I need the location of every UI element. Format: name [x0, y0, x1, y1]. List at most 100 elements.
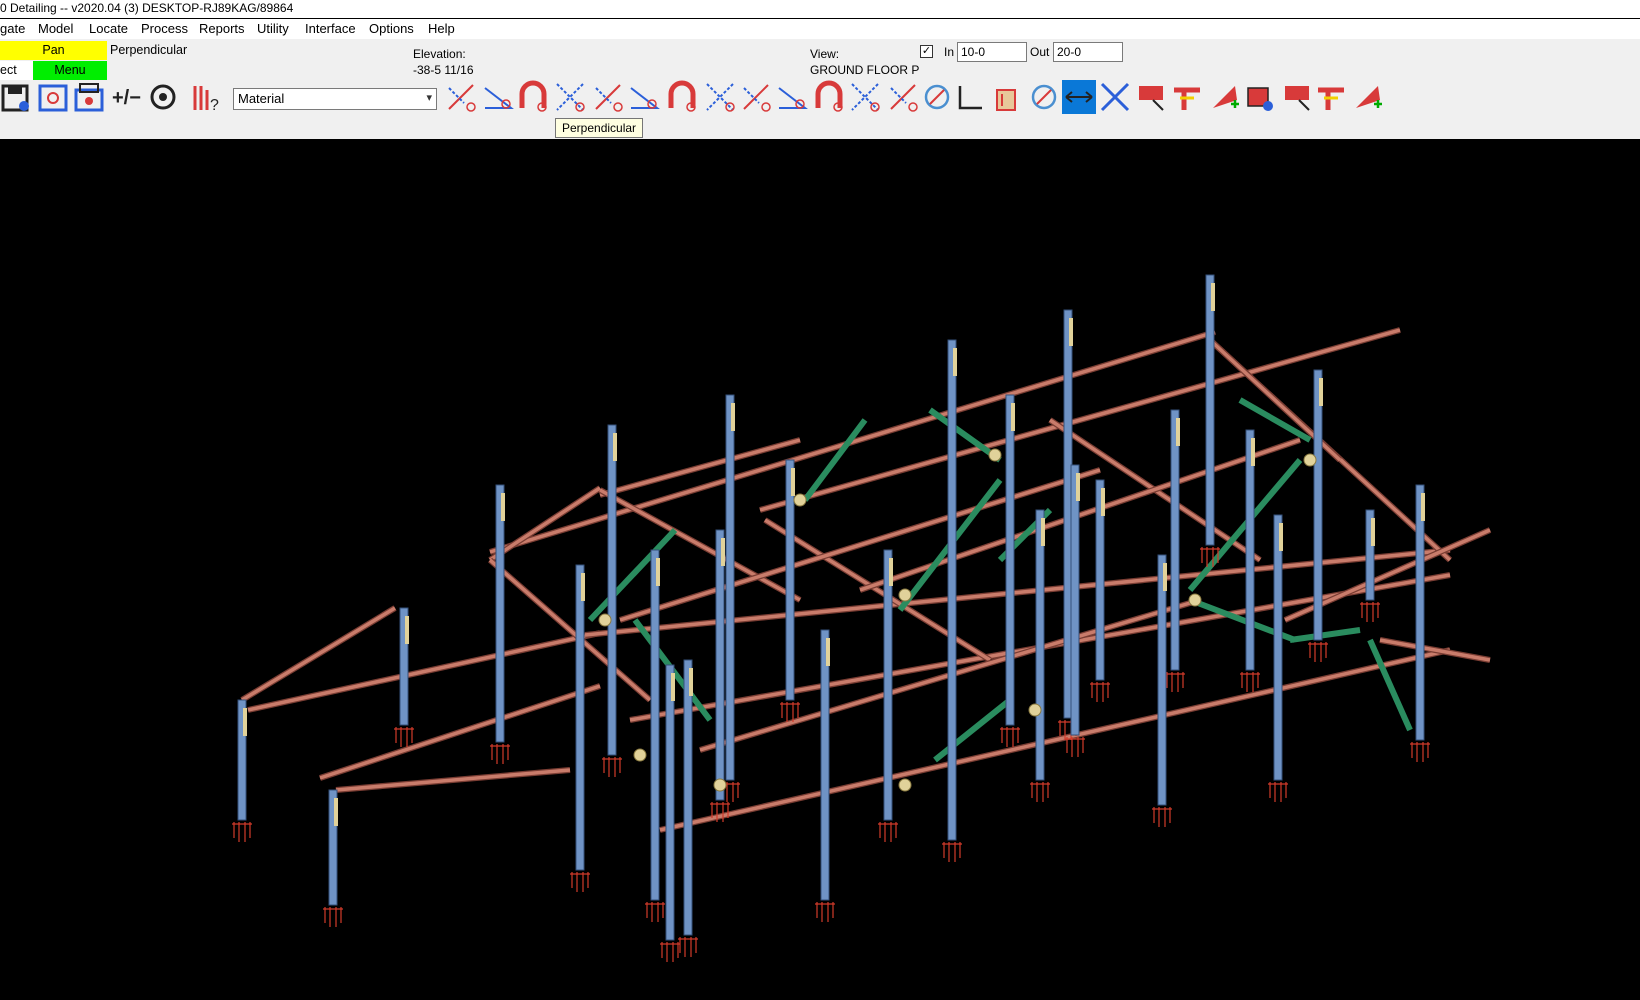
cross-snap-icon[interactable] [627, 80, 661, 114]
column-splice-plate [1421, 493, 1425, 521]
menu-help[interactable]: Help [428, 21, 455, 36]
add-roof-icon[interactable] [1350, 80, 1384, 114]
anchor-bolts [1410, 742, 1430, 762]
steel-column [1070, 464, 1080, 736]
steel-column [650, 549, 660, 901]
line-snap-icon[interactable] [703, 80, 737, 114]
red-material-icon[interactable] [1170, 80, 1204, 114]
out-depth-input[interactable] [1053, 42, 1123, 62]
chevron-down-icon: ▾ [426, 92, 432, 104]
arc-snap-icon[interactable] [954, 80, 988, 114]
column-splice-plate [1319, 378, 1323, 406]
svg-text:?: ? [210, 97, 219, 114]
anchor-bolts [1268, 782, 1288, 802]
snap-mode-label: Perpendicular [110, 43, 188, 57]
grid-snap-icon[interactable] [812, 80, 846, 114]
menu-model[interactable]: Model [38, 21, 73, 36]
connection-plate [793, 493, 807, 507]
in-depth-input[interactable] [957, 42, 1027, 62]
column-splice-plate [1101, 488, 1105, 516]
weld-tool-icon[interactable] [1242, 80, 1276, 114]
beam-snap-icon[interactable] [775, 80, 809, 114]
anchor-bolts [1000, 727, 1020, 747]
print-settings-icon[interactable] [72, 80, 106, 114]
steel-column [1035, 509, 1045, 781]
steel-column [575, 564, 585, 871]
anchor-bolts [1152, 807, 1172, 827]
anchor-bolts [1090, 682, 1110, 702]
hand-pick-icon[interactable] [848, 80, 882, 114]
add-member-icon[interactable] [1314, 80, 1348, 114]
anchor-bolts [1240, 672, 1260, 692]
member-help-icon[interactable]: ? [190, 80, 224, 114]
anchor-bolts [323, 907, 343, 927]
steel-column [820, 629, 830, 901]
anchor-bolts [1030, 782, 1050, 802]
target-snap-icon[interactable] [886, 80, 920, 114]
offset-snap-icon[interactable] [665, 80, 699, 114]
steel-column [495, 484, 505, 743]
column-splice-plate [1011, 403, 1015, 431]
column-splice-plate [889, 558, 893, 586]
select-mode-button[interactable]: ect [0, 61, 33, 80]
dimension-snap-icon[interactable] [739, 80, 773, 114]
column-splice-plate [953, 348, 957, 376]
steel-brace [1289, 627, 1361, 643]
column-splice-plate [721, 538, 725, 566]
angle-tool-icon[interactable] [1027, 80, 1061, 114]
end-snap-icon[interactable] [516, 80, 550, 114]
door-frame-icon[interactable] [920, 80, 954, 114]
steel-column [1415, 484, 1425, 741]
steel-column [1170, 409, 1180, 671]
steel-column [683, 659, 693, 936]
menu-navigate[interactable]: gate [0, 21, 25, 36]
menu-locate[interactable]: Locate [89, 21, 128, 36]
pan-mode-button[interactable]: Pan [0, 41, 107, 60]
steel-column [1157, 554, 1167, 806]
menu-utility[interactable]: Utility [257, 21, 289, 36]
anchor-bolts [490, 744, 510, 764]
steel-column [947, 339, 957, 841]
menu-reports[interactable]: Reports [199, 21, 245, 36]
point-pick-icon[interactable] [989, 80, 1023, 114]
menu-process[interactable]: Process [141, 21, 188, 36]
intersection-snap-icon[interactable] [481, 80, 515, 114]
menu-mode-button[interactable]: Menu [33, 61, 107, 80]
column-splice-plate [1176, 418, 1180, 446]
model-viewport[interactable] [0, 139, 1640, 1000]
material-select[interactable]: Material ▾ [233, 88, 437, 110]
locate-settings-icon[interactable] [36, 80, 70, 114]
midpoint-snap-icon[interactable] [553, 80, 587, 114]
column-splice-plate [334, 798, 338, 826]
cross-tool-icon[interactable] [1098, 80, 1132, 114]
steel-brace [1367, 638, 1413, 732]
rotate-view-icon[interactable] [146, 80, 180, 114]
connection-plate [633, 748, 647, 762]
menu-options[interactable]: Options [369, 21, 414, 36]
plus-minus-icon[interactable]: +/− [110, 80, 144, 114]
column-splice-plate [581, 573, 585, 601]
steel-column [715, 529, 725, 801]
add-plate-icon[interactable] [1135, 80, 1169, 114]
angle-snap-icon[interactable] [591, 80, 625, 114]
save-icon[interactable] [0, 80, 34, 114]
anchor-bolts [394, 727, 414, 747]
connection-icon[interactable] [1281, 80, 1315, 114]
anchor-bolts [1360, 602, 1380, 622]
connection-plate [713, 778, 727, 792]
column-splice-plate [1279, 523, 1283, 551]
magnet-snap-icon[interactable] [444, 80, 478, 114]
menu-interface[interactable]: Interface [305, 21, 356, 36]
view-depth-checkbox[interactable]: ✓ [920, 45, 933, 58]
steel-column [1205, 274, 1215, 546]
column-splice-plate [405, 616, 409, 644]
anchor-bolts [660, 942, 680, 962]
steel-beam [241, 606, 396, 702]
anchor-bolts [878, 822, 898, 842]
connection-plate [898, 588, 912, 602]
column-splice-plate [731, 403, 735, 431]
connection-plate [1028, 703, 1042, 717]
steel-beam [659, 648, 1451, 832]
move-tool-icon[interactable] [1062, 80, 1096, 114]
column-tool-icon[interactable] [1207, 80, 1241, 114]
